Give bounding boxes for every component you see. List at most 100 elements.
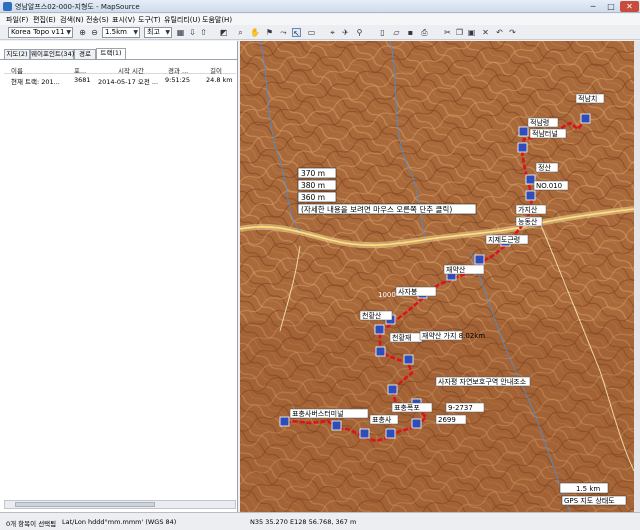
hiker-icon: [385, 428, 396, 439]
waypoint-label: 사자봉: [398, 287, 418, 296]
delete-icon[interactable]: ✕: [481, 28, 490, 37]
minimize-button[interactable]: ─: [585, 1, 601, 12]
zoom-in-icon[interactable]: ⊕: [78, 28, 87, 37]
new-file-icon[interactable]: ▯: [378, 28, 387, 37]
menu-bar: 파일(F) 편집(E) 검색(N) 전송(S) 표시(V) 도구(T) 유틸리티…: [0, 14, 640, 25]
tab-routes[interactable]: 경로: [74, 49, 96, 59]
menu-edit[interactable]: 편집(E): [33, 15, 56, 25]
hand-tool-icon[interactable]: ✋: [250, 28, 260, 37]
waypoint-label: 정산: [538, 163, 551, 172]
copy-icon[interactable]: ❐: [455, 28, 464, 37]
find-poi-icon[interactable]: ⚲: [355, 28, 364, 37]
hiker-icon: [375, 346, 386, 357]
waypoint-label: 적남령: [530, 118, 549, 127]
hiker-icon: [387, 384, 398, 395]
menu-tools[interactable]: 도구(T): [138, 15, 161, 25]
menu-file[interactable]: 파일(F): [6, 15, 28, 25]
toolbar: Korea Topo v11 ▼ ⊕ ⊖ 1.5km ▼ 최고 ▼ ▦ ⇩ ⇧ …: [0, 25, 640, 40]
track-name: 현재 트랙: 201...: [11, 78, 60, 86]
find-places-icon[interactable]: ⌖: [328, 28, 337, 37]
hiker-icon: [517, 142, 528, 153]
data-list-pane: 지도(2) 웨이포인트(34) 경로 트랙(1) 이름 포... 시작 시간 경…: [0, 41, 238, 512]
distance-tool-icon[interactable]: ▭: [307, 28, 316, 37]
waypoint-label: 가지산: [518, 205, 538, 214]
hiker-icon: [518, 126, 529, 137]
waypoint-label: NO.010: [536, 182, 562, 190]
detail-level-select[interactable]: 최고 ▼: [144, 27, 172, 38]
close-button[interactable]: ✕: [620, 1, 639, 12]
hiker-icon: [580, 113, 591, 124]
column-start-time[interactable]: 시작 시간: [118, 65, 144, 75]
tab-tracks[interactable]: 트랙(1): [96, 48, 126, 59]
map-product-select[interactable]: Korea Topo v11 ▼: [8, 27, 73, 38]
show-products-icon[interactable]: ▦: [176, 28, 185, 37]
tooltip-elevation-2: 380 m: [301, 181, 325, 190]
hiker-icon: [359, 428, 370, 439]
hiker-icon: [374, 324, 385, 335]
data-tabs: 지도(2) 웨이포인트(34) 경로 트랙(1): [0, 48, 238, 59]
column-name[interactable]: 이름: [11, 65, 23, 75]
paste-icon[interactable]: ▣: [467, 28, 476, 37]
maximize-button[interactable]: □: [603, 1, 619, 12]
tooltip-elevation-3: 360 m: [301, 193, 325, 202]
hiker-icon: [525, 174, 536, 185]
tab-waypoints[interactable]: 웨이포인트(34): [30, 49, 74, 59]
find-address-icon[interactable]: ✈: [341, 28, 350, 37]
menu-transfer[interactable]: 전송(S): [86, 15, 109, 25]
topo-map[interactable]: 적남치 적남령 적남터널 정산 NO.010 가지산 능동산 지제도근령 재약산…: [240, 41, 634, 512]
receive-from-device-icon[interactable]: ⇩: [188, 28, 197, 37]
chevron-down-icon: ▼: [165, 29, 170, 36]
waypoint-label: 적남치: [578, 94, 597, 103]
selection-tool-icon[interactable]: ↖: [292, 28, 301, 38]
window-title: 영남알프스02-000-지형도 - MapSource: [15, 3, 140, 11]
waypoint-label: 지제도근령: [488, 235, 520, 244]
menu-help[interactable]: 도움말(H): [202, 15, 232, 25]
chevron-down-icon: ▼: [133, 29, 138, 36]
tooltip-elevation-1: 370 m: [301, 169, 325, 178]
mapsource-app-icon: [3, 2, 12, 11]
title-bar: 영남알프스02-000-지형도 - MapSource ─ □ ✕: [0, 0, 640, 13]
undo-icon[interactable]: ↶: [495, 28, 504, 37]
map-product-tool-icon[interactable]: ◩: [219, 28, 228, 37]
hiker-icon: [403, 354, 414, 365]
hiker-icon: [331, 420, 342, 431]
print-icon[interactable]: ⎙: [420, 28, 429, 37]
menu-utilities[interactable]: 유틸리티(U): [164, 15, 200, 25]
save-file-icon[interactable]: ▪: [406, 28, 415, 37]
detail-level-value: 최고: [147, 28, 160, 36]
zoom-out-icon[interactable]: ⊖: [90, 28, 99, 37]
zoom-scale-value: 1.5km: [105, 28, 128, 36]
column-elapsed-time[interactable]: 경과 ...: [168, 65, 188, 75]
open-file-icon[interactable]: ▱: [392, 28, 401, 37]
horizontal-scrollbar[interactable]: [4, 500, 236, 509]
tab-maps[interactable]: 지도(2): [4, 49, 30, 59]
zoom-scale-select[interactable]: 1.5km ▼: [102, 27, 140, 38]
map-product-value: Korea Topo v11: [11, 28, 65, 36]
coordinate-format: Lat/Lon hddd°mm.mmm' (WGS 84): [62, 518, 177, 526]
send-to-device-icon[interactable]: ⇧: [199, 28, 208, 37]
hiker-icon: [474, 254, 485, 265]
zoom-tool-icon[interactable]: ⌕: [236, 28, 245, 37]
column-length[interactable]: 길이: [210, 65, 222, 75]
waypoint-label: 표충사버스터미널: [292, 409, 344, 418]
scrollbar-thumb[interactable]: [15, 502, 155, 507]
tooltip-hint: (자세한 내용을 보려면 마우스 오른쪽 단추 클릭): [301, 204, 452, 214]
menu-view[interactable]: 표시(V): [112, 15, 135, 25]
waypoint-tool-icon[interactable]: ⚑: [265, 28, 274, 37]
route-tool-icon[interactable]: ⤳: [279, 28, 288, 37]
tab-divider: [0, 59, 238, 60]
waypoint-label: 천황산: [362, 311, 382, 320]
menu-find[interactable]: 검색(N): [60, 15, 84, 25]
elevation-label: 1000: [378, 291, 396, 299]
map-vertical-scrollbar[interactable]: [634, 41, 640, 512]
table-row[interactable]: 현재 트랙: 201... 3681 2014-05-17 오전 ... 9:5…: [4, 75, 236, 86]
cursor-position: N35 35.270 E128 56.768, 367 m: [250, 518, 357, 526]
column-points[interactable]: 포...: [74, 65, 86, 75]
hiker-icon: [279, 416, 290, 427]
cut-icon[interactable]: ✂: [443, 28, 452, 37]
selection-status: 0개 항목이 선택됨: [6, 520, 57, 528]
track-elapsed-time: 9:51:25: [165, 76, 191, 84]
redo-icon[interactable]: ↷: [508, 28, 517, 37]
map-view[interactable]: 적남치 적남령 적남터널 정산 NO.010 가지산 능동산 지제도근령 재약산…: [240, 41, 634, 512]
hiker-icon: [411, 418, 422, 429]
